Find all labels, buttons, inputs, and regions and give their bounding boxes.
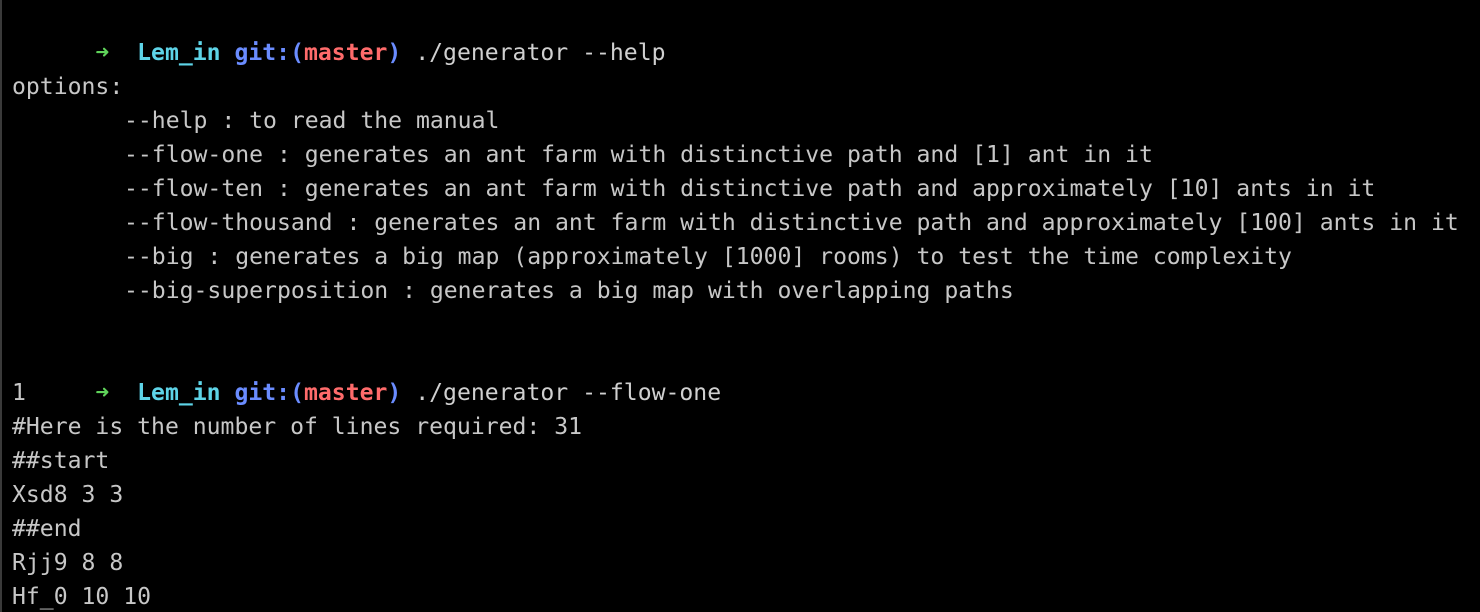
prompt-line: ➜ Lem_in git:(master) ./generator --help xyxy=(12,2,1459,66)
prompt-branch: master xyxy=(304,380,388,406)
help-header: options: xyxy=(12,74,124,100)
output-line: Hf_0 10 10 xyxy=(12,584,152,610)
help-option: --help : to read the manual xyxy=(124,108,500,134)
help-option: --big-superposition : generates a big ma… xyxy=(124,278,1014,304)
terminal-output: ➜ Lem_in git:(master) ./generator --help… xyxy=(12,2,1459,612)
prompt-directory: Lem_in xyxy=(137,40,221,66)
prompt-arrow-icon: ➜ xyxy=(95,40,110,66)
output-line: Xsd8 3 3 xyxy=(12,482,124,508)
prompt-arrow-icon: ➜ xyxy=(95,380,110,406)
prompt-git-close: ) xyxy=(387,40,402,66)
prompt-branch: master xyxy=(304,40,388,66)
prompt-git-open: git:( xyxy=(234,380,304,406)
output-line: #Here is the number of lines required: 3… xyxy=(12,414,583,440)
output-line: Rjj9 8 8 xyxy=(12,550,124,576)
prompt-line: ➜ Lem_in git:(master) ./generator --flow… xyxy=(12,342,1459,406)
help-option: --flow-one : generates an ant farm with … xyxy=(124,142,1153,168)
command-text: ./generator --flow-one xyxy=(415,380,722,406)
prompt-directory: Lem_in xyxy=(137,380,221,406)
output-line: ##start xyxy=(12,448,110,474)
terminal-window[interactable]: ➜ Lem_in git:(master) ./generator --help… xyxy=(0,0,1480,612)
output-line: ##end xyxy=(12,516,82,542)
command-text: ./generator --help xyxy=(415,40,666,66)
help-option: --flow-thousand : generates an ant farm … xyxy=(124,210,1459,236)
help-option: --big : generates a big map (approximate… xyxy=(124,244,1292,270)
help-option: --flow-ten : generates an ant farm with … xyxy=(124,176,1376,202)
prompt-git-open: git:( xyxy=(234,40,304,66)
prompt-git-close: ) xyxy=(387,380,402,406)
